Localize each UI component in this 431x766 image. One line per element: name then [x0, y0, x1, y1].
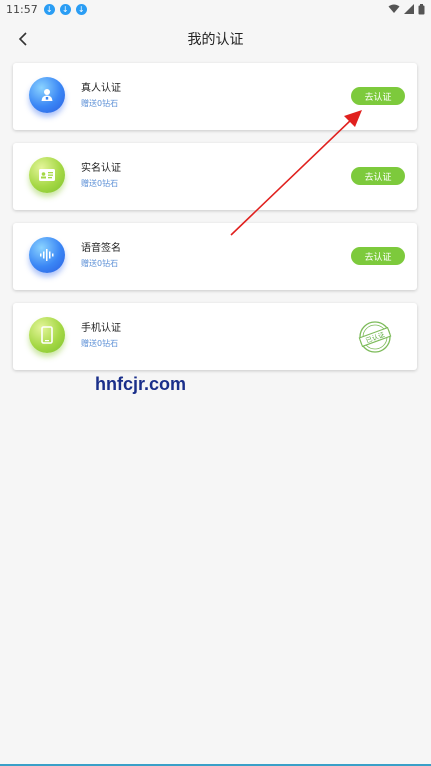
- back-button[interactable]: [10, 26, 36, 52]
- verified-stamp-icon: 已认证: [358, 321, 392, 353]
- chevron-left-icon: [18, 32, 27, 46]
- phone-icon: [29, 317, 65, 353]
- status-bar: 11:57 ↓ ↓ ↓: [0, 0, 431, 18]
- card-title: 真人认证: [81, 83, 121, 94]
- person-lock-icon: [29, 77, 65, 113]
- verify-button-real-person[interactable]: 去认证: [351, 87, 405, 105]
- card-subtitle: 赠送0钻石: [81, 339, 119, 348]
- verify-button-voice-signature[interactable]: 去认证: [351, 247, 405, 265]
- card-text: 语音签名 赠送0钻石: [81, 242, 121, 270]
- header: 我的认证: [0, 22, 431, 56]
- card-text: 手机认证 赠送0钻石: [81, 322, 121, 350]
- card-title: 语音签名: [81, 243, 121, 254]
- voice-wave-icon: [29, 237, 65, 273]
- status-time: 11:57: [6, 2, 38, 16]
- battery-icon: [418, 3, 425, 14]
- signal-icon: [404, 4, 414, 14]
- page-title: 我的认证: [187, 32, 244, 48]
- wifi-icon: [388, 4, 400, 13]
- card-phone: 手机认证 赠送0钻石 已认证: [13, 303, 417, 370]
- card-real-name: 实名认证 赠送0钻石 去认证: [13, 143, 417, 210]
- watermark-text: hnfcjr.com: [95, 374, 187, 394]
- card-title: 实名认证: [81, 163, 121, 174]
- download-icon: ↓: [75, 3, 87, 15]
- card-text: 真人认证 赠送0钻石: [81, 82, 121, 110]
- card-subtitle: 赠送0钻石: [81, 259, 119, 268]
- card-text: 实名认证 赠送0钻石: [81, 162, 121, 190]
- verification-page: 11:57 ↓ ↓ ↓ 我的认证 真人认证 赠送0钻石 去认证 实名认证 赠送0…: [0, 0, 431, 766]
- card-real-person: 真人认证 赠送0钻石 去认证: [13, 63, 417, 130]
- card-title: 手机认证: [81, 323, 121, 334]
- card-subtitle: 赠送0钻石: [81, 99, 119, 108]
- card-voice-signature: 语音签名 赠送0钻石 去认证: [13, 223, 417, 290]
- download-icon: ↓: [59, 3, 71, 15]
- id-card-icon: [29, 157, 65, 193]
- verify-button-real-name[interactable]: 去认证: [351, 167, 405, 185]
- download-icon: ↓: [43, 3, 55, 15]
- status-right-icons: [388, 3, 425, 15]
- card-subtitle: 赠送0钻石: [81, 179, 119, 188]
